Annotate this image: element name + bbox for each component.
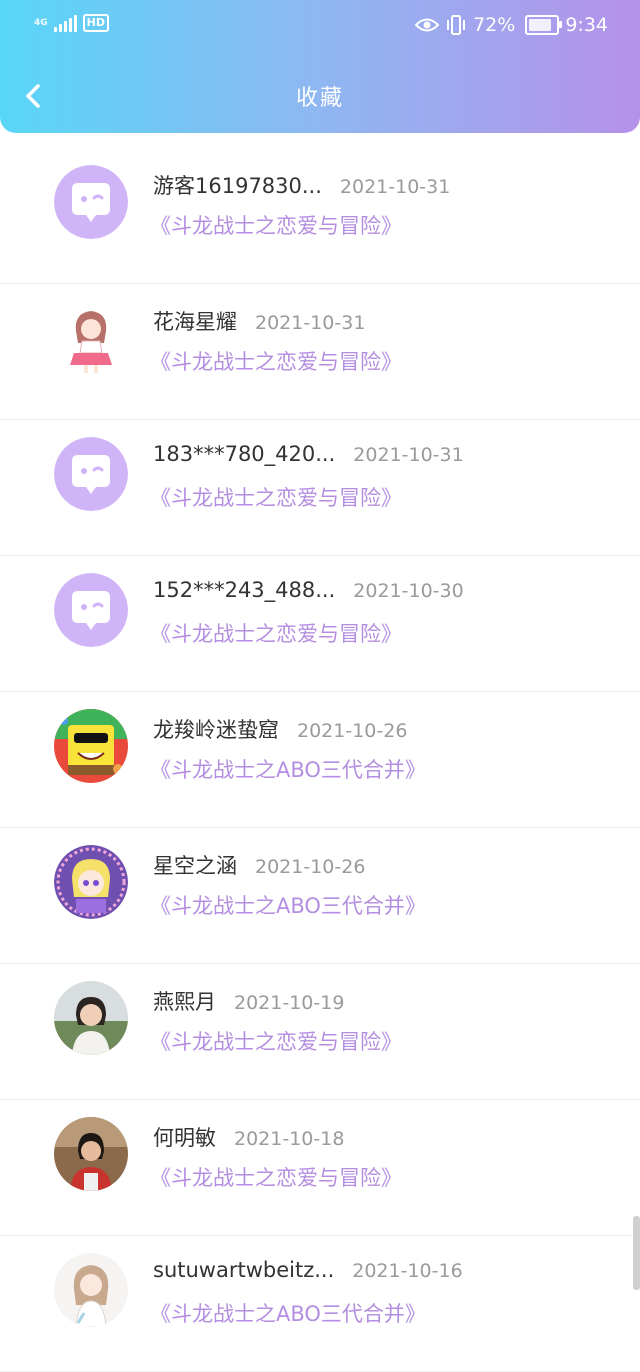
anime-portrait-avatar[interactable] — [54, 845, 128, 919]
book-title-link[interactable]: 《斗龙战士之ABO三代合并》 — [150, 1298, 426, 1328]
favorite-date: 2021-10-26 — [255, 856, 366, 878]
username: 183***780_420... — [153, 442, 336, 466]
username: 何明敏 — [153, 1126, 216, 1150]
list-item[interactable]: 游客16197830... 2021-10-31 《斗龙战士之恋爱与冒险》 — [0, 148, 640, 284]
battery-icon — [525, 15, 563, 35]
favorite-date: 2021-10-26 — [297, 720, 408, 742]
favorite-date: 2021-10-31 — [339, 176, 451, 198]
list-item[interactable]: 何明敏 2021-10-18 《斗龙战士之恋爱与冒险》 — [0, 1100, 640, 1236]
list-item[interactable]: 花海星耀 2021-10-31 《斗龙战士之恋爱与冒险》 — [0, 284, 640, 420]
network-type: 4G — [34, 17, 48, 28]
list-item[interactable]: sutuwartwbeitz... 2021-10-16 《斗龙战士之ABO三代… — [0, 1236, 640, 1372]
page-title: 收藏 — [295, 86, 344, 111]
book-title-link[interactable]: 《斗龙战士之恋爱与冒险》 — [150, 482, 402, 512]
favorite-date: 2021-10-31 — [255, 312, 366, 334]
hd-badge: HD — [82, 14, 109, 32]
username: 152***243_488... — [153, 578, 336, 602]
book-title-link[interactable]: 《斗龙战士之恋爱与冒险》 — [150, 618, 402, 648]
username: 燕熙月 — [153, 990, 216, 1014]
list-item[interactable]: 183***780_420... 2021-10-31 《斗龙战士之恋爱与冒险》 — [0, 420, 640, 556]
battery-percent: 72% — [473, 14, 516, 36]
username: 花海星耀 — [153, 310, 237, 334]
favorite-date: 2021-10-16 — [352, 1260, 463, 1282]
list-item[interactable]: 燕熙月 2021-10-19 《斗龙战士之恋爱与冒险》 — [0, 964, 640, 1100]
favorite-date: 2021-10-30 — [353, 580, 464, 602]
scrollbar[interactable] — [633, 1216, 640, 1290]
username: sutuwartwbeitz... — [153, 1258, 335, 1282]
photo-avatar[interactable] — [54, 981, 128, 1055]
username: 龙羧岭迷蛰窟 — [153, 718, 279, 742]
list-item[interactable]: 星空之涵 2021-10-26 《斗龙战士之ABO三代合并》 — [0, 828, 640, 964]
list-item[interactable]: 152***243_488... 2021-10-30 《斗龙战士之恋爱与冒险》 — [0, 556, 640, 692]
favorite-date: 2021-10-31 — [353, 444, 464, 466]
favorites-list: 游客16197830... 2021-10-31 《斗龙战士之恋爱与冒险》 花海… — [0, 148, 640, 1372]
status-bar: 4G HD 72% 9:34 — [0, 0, 640, 56]
username: 星空之涵 — [153, 854, 237, 878]
favorite-date: 2021-10-19 — [234, 992, 345, 1014]
book-title-link[interactable]: 《斗龙战士之恋爱与冒险》 — [150, 1026, 402, 1056]
eye-icon — [415, 18, 440, 32]
default-chat-avatar[interactable] — [54, 573, 128, 647]
anime-girl-avatar[interactable] — [54, 1253, 128, 1327]
vibrate-icon — [447, 15, 466, 35]
default-chat-avatar[interactable] — [54, 165, 128, 239]
book-title-link[interactable]: 《斗龙战士之恋爱与冒险》 — [150, 346, 402, 376]
book-title-link[interactable]: 《斗龙战士之ABO三代合并》 — [150, 890, 426, 920]
book-title-link[interactable]: 《斗龙战士之恋爱与冒险》 — [150, 1162, 402, 1192]
status-left: 4G HD — [34, 14, 109, 32]
list-item[interactable]: 龙羧岭迷蛰窟 2021-10-26 《斗龙战士之ABO三代合并》 — [0, 692, 640, 828]
default-chat-avatar[interactable] — [54, 437, 128, 511]
username: 游客16197830... — [153, 174, 322, 198]
clock: 9:34 — [565, 14, 608, 36]
signal-icon — [53, 14, 77, 32]
cartoon-sponge-avatar[interactable] — [54, 709, 128, 783]
book-title-link[interactable]: 《斗龙战士之恋爱与冒险》 — [150, 210, 402, 240]
photo-avatar[interactable] — [54, 1117, 128, 1191]
favorite-date: 2021-10-18 — [234, 1128, 345, 1150]
anime-girl-avatar[interactable] — [54, 301, 128, 375]
status-right: 72% 9:34 — [415, 14, 608, 36]
book-title-link[interactable]: 《斗龙战士之ABO三代合并》 — [150, 754, 426, 784]
app-header: 4G HD 72% 9:34 收藏 — [0, 0, 640, 133]
